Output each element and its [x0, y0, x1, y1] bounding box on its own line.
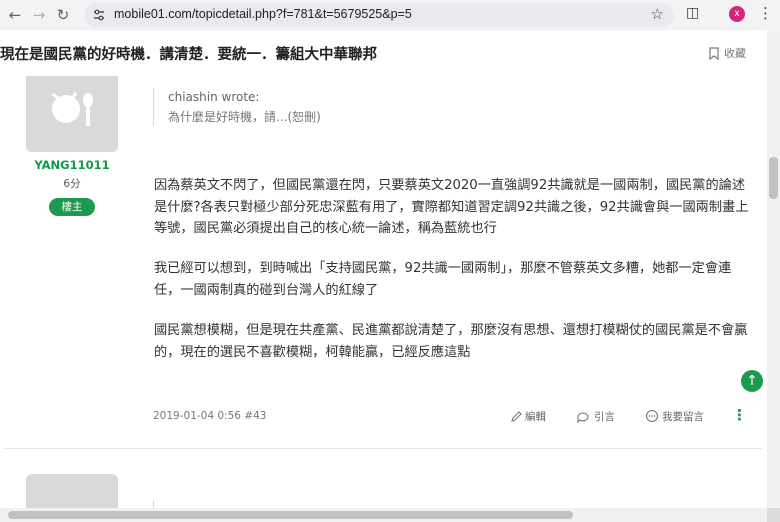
edit-label: 編輯	[525, 411, 546, 423]
bookmark-icon	[709, 47, 719, 61]
back-icon[interactable]: ←	[4, 4, 26, 26]
post-paragraph: 因為蔡英文不閃了，但國民黨還在閃，只要蔡英文2020一直強調92共識就是一國兩制…	[154, 178, 749, 236]
quote-author: chiashin wrote:	[168, 90, 260, 104]
quote-icon	[577, 412, 589, 424]
op-badge: 樓主	[49, 198, 95, 216]
topic-title: 現在是國民黨的好時機．講清楚．要統一．籌組大中華聯邦	[0, 47, 377, 63]
avatar[interactable]	[26, 76, 118, 152]
edit-button[interactable]: 編輯	[510, 409, 546, 424]
profile-avatar[interactable]: x	[729, 6, 745, 22]
vertical-scrollbar[interactable]	[767, 30, 780, 508]
default-avatar-icon	[52, 92, 93, 126]
vertical-scroll-thumb[interactable]	[769, 157, 778, 199]
reload-icon[interactable]: ↻	[52, 4, 74, 26]
favorite-button[interactable]: 收藏	[708, 45, 746, 61]
quote-block: chiashin wrote: 為什麼是好時機，請...(恕刪)	[153, 88, 321, 126]
post: YANG11011 6分 樓主 chiashin wrote: 為什麼是好時機，…	[4, 76, 763, 449]
url-text[interactable]: mobile01.com/topicdetail.php?f=781&t=567…	[114, 7, 412, 21]
star-icon[interactable]: ☆	[651, 5, 664, 23]
post-paragraph: 國民黨想模糊，但是現在共產黨、民進黨都說清楚了，那麼沒有思想、還想打模糊仗的國民…	[154, 323, 748, 360]
quote-label: 引言	[594, 411, 615, 423]
extensions-icon[interactable]: ◫	[686, 5, 699, 21]
scroll-top-icon[interactable]: ↑	[741, 370, 763, 392]
post-paragraph: 我已經可以想到，到時喊出「支持國民黨，92共識一國兩制」，那麼不管蔡英文多糟，她…	[154, 261, 732, 298]
pencil-icon	[511, 411, 522, 422]
reply-label: 我要留言	[662, 411, 704, 423]
post-list: YANG11011 6分 樓主 chiashin wrote: 為什麼是好時機，…	[0, 76, 767, 514]
comment-icon	[645, 409, 659, 423]
site-info-icon[interactable]	[92, 8, 106, 22]
quote-text[interactable]: 為什麼是好時機，請...(恕刪)	[168, 108, 321, 126]
quote-button[interactable]: 引言	[577, 409, 615, 424]
kebab-menu-icon[interactable]: ⋮	[758, 4, 773, 22]
reply-button[interactable]: 我要留言	[645, 409, 704, 424]
browser-toolbar: ← → ↻ mobile01.com/topicdetail.php?f=781…	[0, 0, 780, 30]
horizontal-scrollbar[interactable]	[0, 508, 767, 522]
favorite-label: 收藏	[724, 47, 746, 60]
topic-header: 現在是國民黨的好時機．講清楚．要統一．籌組大中華聯邦 收藏	[0, 30, 767, 77]
more-options-icon[interactable]: ⋮	[732, 406, 747, 424]
address-bar[interactable]: mobile01.com/topicdetail.php?f=781&t=567…	[84, 3, 674, 27]
author-username[interactable]: YANG11011	[26, 158, 118, 172]
horizontal-scroll-thumb[interactable]	[8, 511, 573, 519]
forward-icon[interactable]: →	[28, 4, 50, 26]
scrollbar-corner	[767, 508, 780, 522]
post-timestamp[interactable]: 2019-01-04 0:56 #43	[153, 410, 266, 422]
author-score: 6分	[63, 178, 81, 190]
